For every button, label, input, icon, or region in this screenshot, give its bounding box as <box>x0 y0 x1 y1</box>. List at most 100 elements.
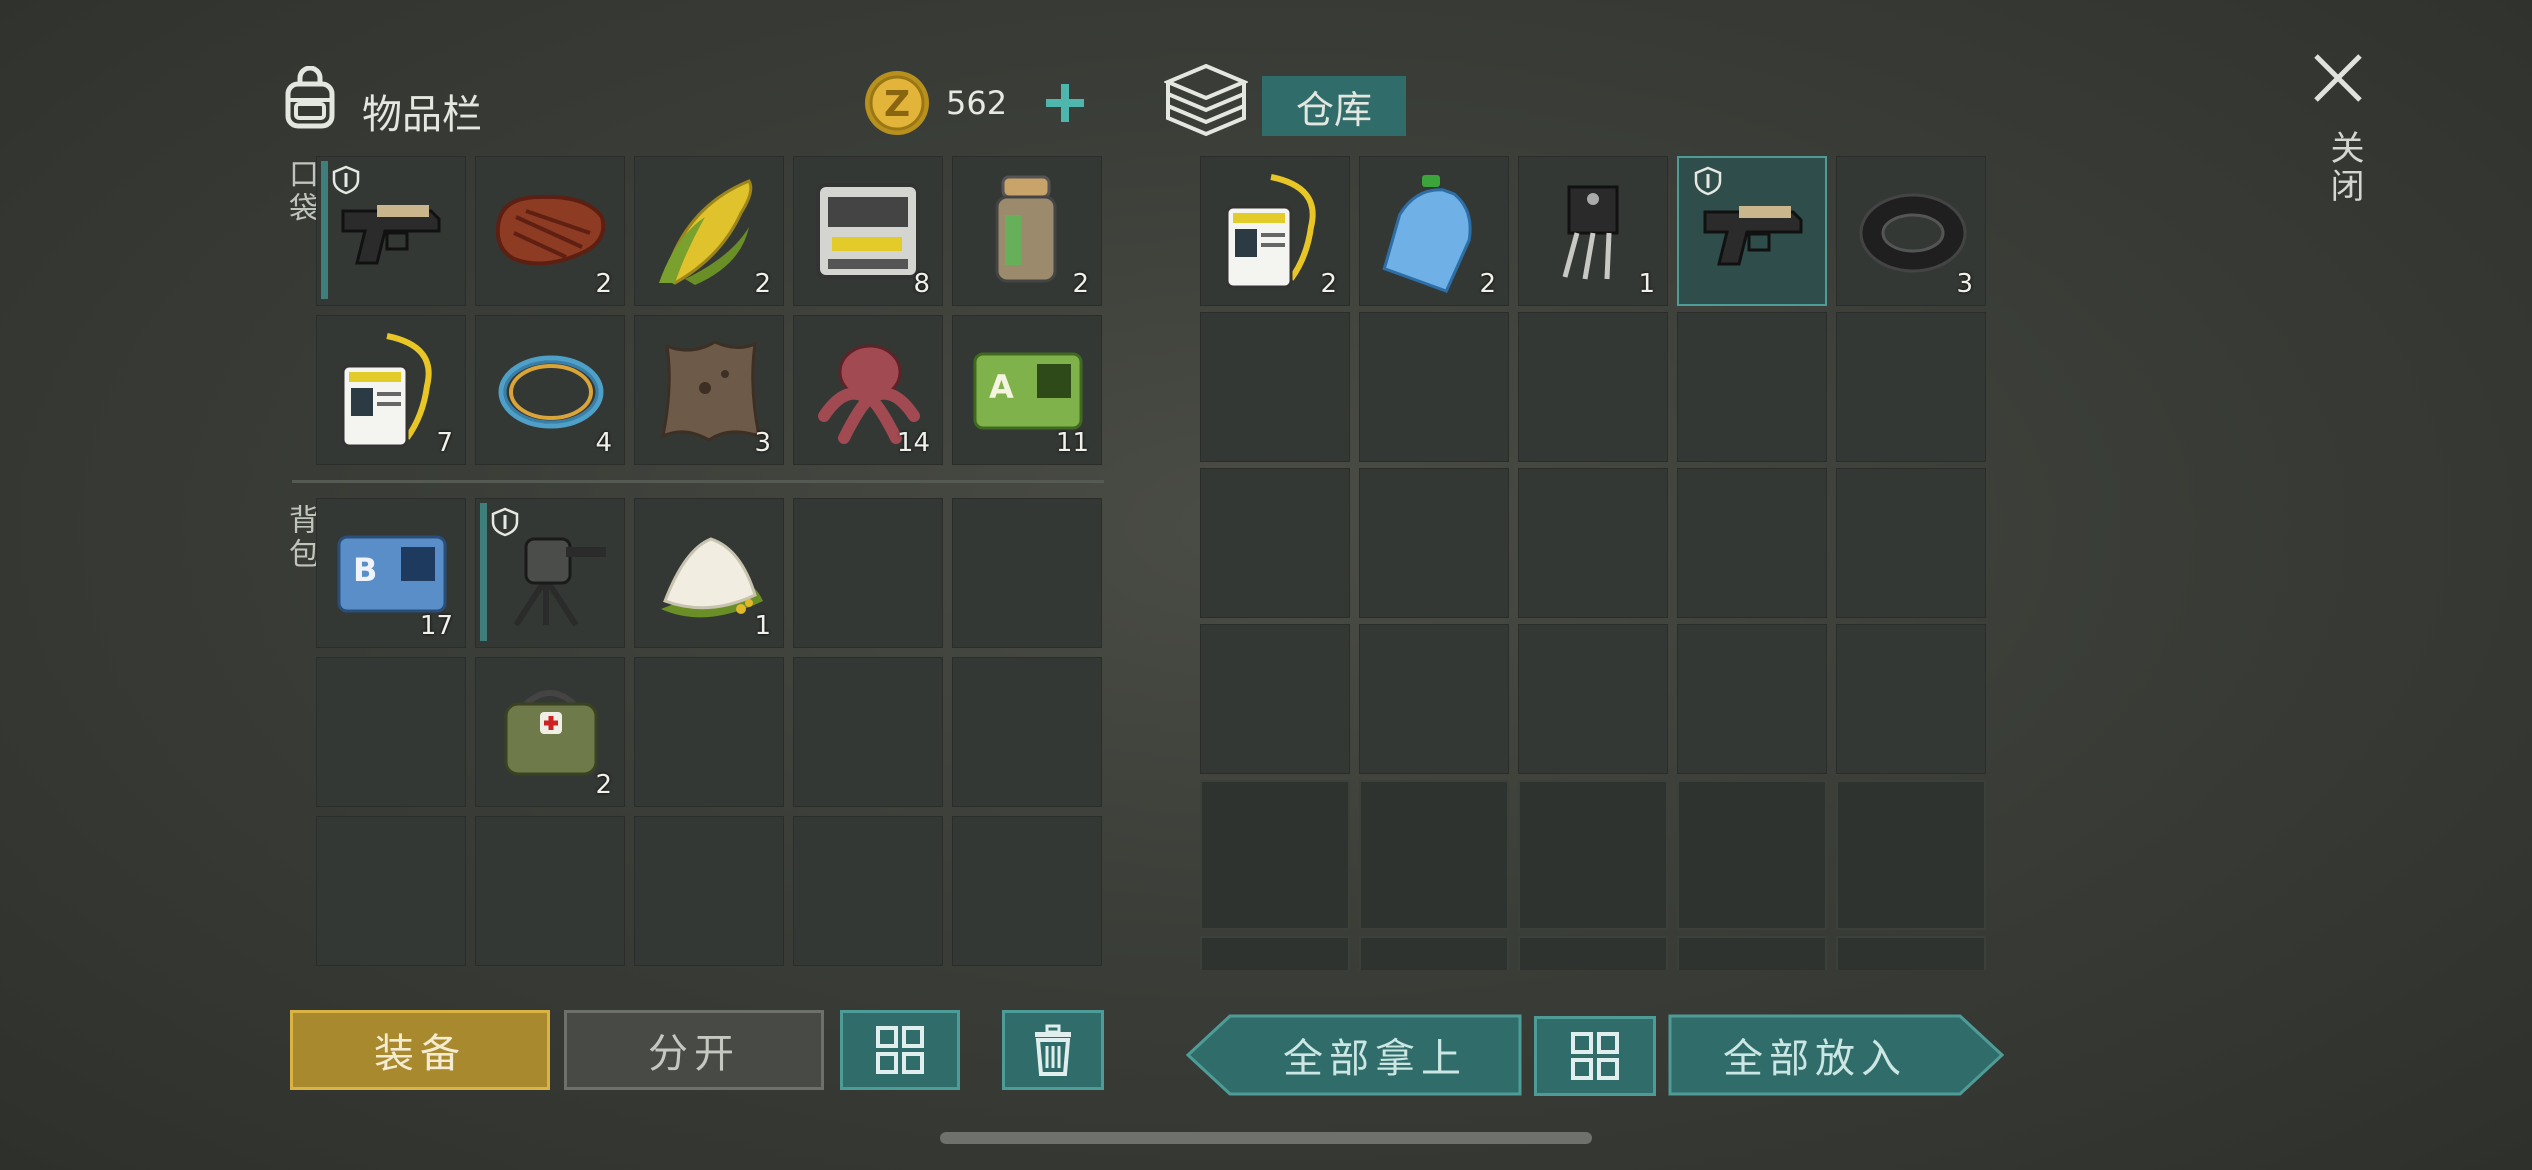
empty-slot[interactable] <box>1518 780 1668 930</box>
empty-slot[interactable] <box>1359 624 1509 774</box>
empty-slot[interactable] <box>1359 312 1509 462</box>
empty-slot[interactable] <box>1359 780 1509 930</box>
shield-icon <box>491 507 519 537</box>
item-slot-sector-a-card[interactable]: A 11 <box>952 315 1102 465</box>
item-count: 3 <box>1956 269 1973 299</box>
svg-text:B: B <box>353 551 377 589</box>
storage-box-icon <box>1162 60 1250 140</box>
take-all-label: 全部拿上 <box>1283 1036 1467 1082</box>
empty-slot[interactable] <box>1677 468 1827 618</box>
item-slot-mushroom-creature[interactable]: 14 <box>793 315 943 465</box>
empty-slot[interactable] <box>1677 624 1827 774</box>
empty-slot[interactable] <box>1200 312 1350 462</box>
item-count: 1 <box>1638 269 1655 299</box>
item-slot-electronic-device[interactable]: 8 <box>793 156 943 306</box>
empty-slot[interactable] <box>475 816 625 966</box>
backpack-icon <box>278 65 342 130</box>
put-all-button[interactable]: 全部放入 <box>1668 1014 2004 1096</box>
discard-button[interactable] <box>1002 1010 1104 1090</box>
section-divider <box>292 480 1104 483</box>
item-slot-canister[interactable]: 2 <box>952 156 1102 306</box>
item-slot-water-bottle[interactable]: 2 <box>1359 156 1509 306</box>
sort-storage-button[interactable] <box>1534 1016 1656 1096</box>
shield-icon <box>1694 166 1722 196</box>
empty-slot[interactable] <box>1518 936 1668 970</box>
item-count: 2 <box>595 269 612 299</box>
item-count: 2 <box>754 269 771 299</box>
empty-slot[interactable] <box>1200 780 1350 930</box>
item-slot-steak[interactable]: 2 <box>475 156 625 306</box>
item-slot-rubber-tire[interactable]: 3 <box>1836 156 1986 306</box>
storage-title: 仓库 <box>1295 87 1372 132</box>
shield-icon <box>332 165 360 195</box>
storage-scroll-area[interactable]: 2 2 1 3 <box>1198 154 1994 970</box>
grid-sort-icon <box>1571 1032 1619 1080</box>
item-count: 2 <box>595 770 612 800</box>
empty-slot[interactable] <box>1359 936 1509 970</box>
equip-label: 装备 <box>374 1031 466 1077</box>
item-count: 17 <box>419 611 453 641</box>
item-count: 4 <box>595 428 612 458</box>
empty-slot[interactable] <box>1200 936 1350 970</box>
svg-text:Z: Z <box>884 84 910 125</box>
empty-slot[interactable] <box>1836 468 1986 618</box>
svg-text:A: A <box>989 368 1014 406</box>
item-slot-medkit-bag[interactable]: 2 <box>475 657 625 807</box>
item-slot-flour[interactable]: 1 <box>634 498 784 648</box>
empty-slot[interactable] <box>1677 936 1827 970</box>
empty-slot[interactable] <box>1836 780 1986 930</box>
empty-slot[interactable] <box>634 657 784 807</box>
storage-tab[interactable]: 仓库 <box>1262 76 1406 136</box>
empty-slot[interactable] <box>316 657 466 807</box>
item-count: 8 <box>913 269 930 299</box>
item-count: 3 <box>754 428 771 458</box>
take-all-button[interactable]: 全部拿上 <box>1186 1014 1522 1096</box>
item-slot-corn[interactable]: 2 <box>634 156 784 306</box>
item-slot-animal-hide[interactable]: 3 <box>634 315 784 465</box>
empty-slot[interactable] <box>952 816 1102 966</box>
empty-slot[interactable] <box>793 816 943 966</box>
currency-amount: 562 <box>946 84 1008 122</box>
home-indicator[interactable] <box>940 1132 1592 1144</box>
item-slot-mounted-turret[interactable] <box>475 498 625 648</box>
empty-slot[interactable] <box>1200 624 1350 774</box>
empty-slot[interactable] <box>1518 624 1668 774</box>
split-button[interactable]: 分开 <box>564 1010 824 1090</box>
item-slot-sector-b-card[interactable]: B 17 <box>316 498 466 648</box>
empty-slot[interactable] <box>1677 312 1827 462</box>
item-slot-pistol[interactable] <box>1677 156 1827 306</box>
empty-slot[interactable] <box>634 816 784 966</box>
empty-slot[interactable] <box>1200 468 1350 618</box>
close-label: 关闭 <box>2324 130 2364 206</box>
empty-slot[interactable] <box>1836 312 1986 462</box>
empty-slot[interactable] <box>316 816 466 966</box>
inventory-title: 物品栏 <box>362 92 482 138</box>
empty-slot[interactable] <box>1518 468 1668 618</box>
item-count: 2 <box>1479 269 1496 299</box>
item-count: 14 <box>896 428 930 458</box>
empty-slot[interactable] <box>1359 468 1509 618</box>
empty-slot[interactable] <box>1836 624 1986 774</box>
sort-inventory-button[interactable] <box>840 1010 960 1090</box>
close-button[interactable]: 关闭 <box>2310 50 2366 230</box>
item-slot-id-badge[interactable]: 2 <box>1200 156 1350 306</box>
add-currency-button[interactable] <box>1040 78 1090 128</box>
item-count: 11 <box>1055 428 1089 458</box>
plus-icon <box>1046 84 1084 122</box>
empty-slot[interactable] <box>793 498 943 648</box>
empty-slot[interactable] <box>793 657 943 807</box>
item-slot-id-badge[interactable]: 7 <box>316 315 466 465</box>
empty-slot[interactable] <box>1836 936 1986 970</box>
empty-slot[interactable] <box>952 498 1102 648</box>
item-slot-pistol[interactable] <box>316 156 466 306</box>
item-slot-wire-coil[interactable]: 4 <box>475 315 625 465</box>
grid-sort-icon <box>876 1026 924 1074</box>
empty-slot[interactable] <box>952 657 1102 807</box>
item-count: 1 <box>754 611 771 641</box>
close-icon <box>2314 54 2362 102</box>
empty-slot[interactable] <box>1677 780 1827 930</box>
equip-button[interactable]: 装备 <box>290 1010 550 1090</box>
trash-icon <box>1035 1024 1071 1076</box>
item-slot-transistor[interactable]: 1 <box>1518 156 1668 306</box>
empty-slot[interactable] <box>1518 312 1668 462</box>
